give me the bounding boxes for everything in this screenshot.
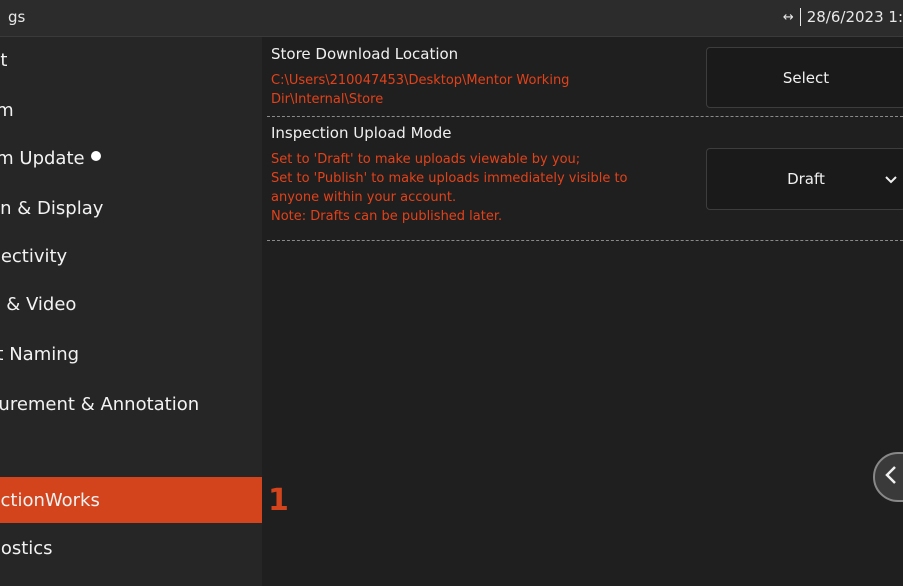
select-button-label: Select — [782, 68, 830, 87]
upload-mode-select[interactable]: Draft — [706, 148, 903, 210]
sidebar-item-label: ge & Video — [0, 293, 77, 315]
status-area: ↔ 28/6/2023 1: — [783, 8, 903, 26]
window-title: gs — [8, 8, 26, 26]
store-path-line-2: Dir\Internal\Store — [271, 92, 384, 107]
sidebar-item-hidden[interactable] — [0, 429, 262, 475]
sidebar-item-label: art Naming — [0, 343, 80, 365]
sidebar-item-label: pectionWorks — [0, 489, 100, 511]
settings-sidebar: out tem tem Update een & Display nnectiv… — [0, 37, 262, 586]
store-location-title: Store Download Location — [271, 45, 459, 63]
upload-mode-value: Draft — [787, 170, 825, 188]
upload-mode-desc-line-2: Set to 'Publish' to make uploads immedia… — [271, 171, 628, 186]
sidebar-item-label: tem — [0, 99, 14, 121]
sidebar-item-label: nnectivity — [0, 245, 68, 267]
date-time: 28/6/2023 1: — [806, 8, 903, 26]
store-path-line-1: C:\Users\210047453\Desktop\Mentor Workin… — [271, 73, 570, 88]
upload-mode-title: Inspection Upload Mode — [271, 124, 452, 142]
sidebar-item-system[interactable]: tem — [0, 87, 262, 133]
sidebar-item-diagnostics[interactable]: gnostics — [0, 525, 262, 571]
update-indicator-dot — [90, 151, 101, 161]
top-bar: gs ↔ 28/6/2023 1: — [0, 0, 903, 37]
upload-mode-desc-line-4: Note: Drafts can be published later. — [271, 209, 503, 224]
sidebar-item-label: gnostics — [0, 537, 53, 559]
sidebar-item-measurement-annotation[interactable]: asurement & Annotation — [0, 381, 262, 427]
sidebar-item-label: een & Display — [0, 197, 104, 219]
chevron-down-icon — [885, 170, 897, 188]
settings-content: Store Download Location C:\Users\2100474… — [262, 37, 903, 586]
sidebar-item-system-update[interactable]: tem Update — [0, 135, 262, 181]
row-divider — [267, 240, 903, 241]
sidebar-item-label: tem Update — [0, 147, 85, 169]
sidebar-item-about[interactable]: out — [0, 37, 262, 83]
select-location-button[interactable]: Select — [706, 47, 903, 108]
annotation-marker: 1 — [268, 483, 289, 518]
sidebar-item-label: out — [0, 49, 8, 71]
chevron-left-icon — [885, 466, 897, 488]
sidebar-item-screen-display[interactable]: een & Display — [0, 185, 262, 231]
upload-mode-desc-line-1: Set to 'Draft' to make uploads viewable … — [271, 152, 581, 167]
sidebar-item-connectivity[interactable]: nnectivity — [0, 233, 262, 279]
row-divider — [267, 116, 903, 117]
sidebar-item-inspectionworks[interactable]: pectionWorks — [0, 477, 262, 523]
sidebar-item-image-video[interactable]: ge & Video — [0, 281, 262, 327]
sidebar-item-smart-naming[interactable]: art Naming — [0, 331, 262, 377]
sidebar-item-label: asurement & Annotation — [0, 393, 200, 415]
sync-arrows-icon: ↔ — [782, 9, 794, 25]
status-separator — [799, 8, 801, 26]
upload-mode-desc-line-3: anyone within your account. — [271, 190, 457, 205]
